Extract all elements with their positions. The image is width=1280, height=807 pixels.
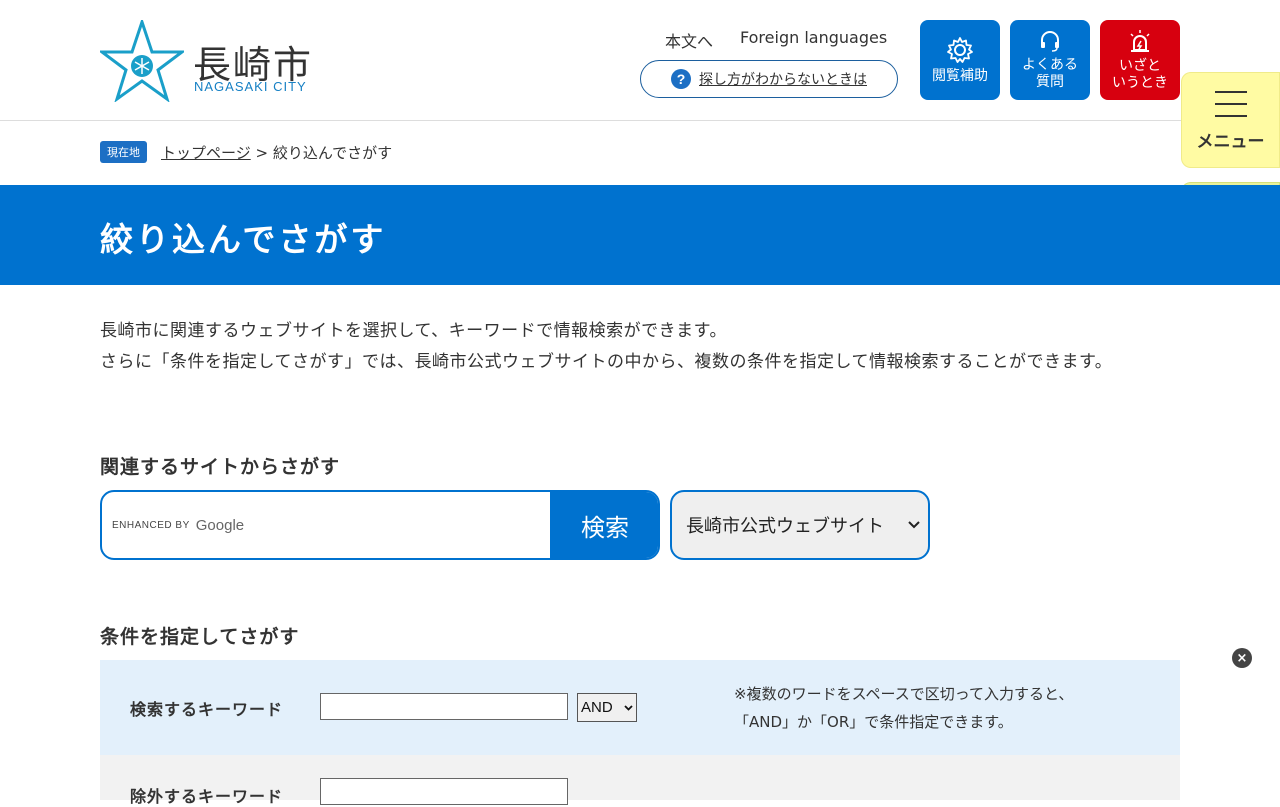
breadcrumb-home-link[interactable]: トップページ [161, 144, 251, 162]
assist-label: 閲覧補助 [932, 67, 988, 84]
faq-label-1: よくある [1022, 57, 1078, 73]
exclude-input[interactable] [320, 778, 568, 805]
page-title-band: 絞り込んでさがす [0, 185, 1280, 285]
emergency-label-2: いうとき [1112, 75, 1168, 91]
google-search-input[interactable]: ENHANCED BY Google [102, 492, 550, 558]
menu-label: メニュー [1196, 131, 1265, 152]
google-watermark: Google [195, 516, 245, 534]
operator-select-value: AND [581, 699, 613, 716]
enhanced-by-label: ENHANCED BY [112, 519, 190, 531]
site-select-value: 長崎市公式ウェブサイト [686, 516, 884, 537]
gear-icon [947, 36, 973, 63]
close-icon[interactable]: × [1232, 648, 1252, 668]
chevron-down-icon [908, 521, 920, 529]
faq-label-2: 質問 [1036, 74, 1064, 90]
breadcrumb: 現在地 トップページ > 絞り込んでさがす [100, 141, 392, 163]
question-icon: ? [671, 69, 691, 89]
page-title: 絞り込んでさがす [100, 220, 387, 259]
search-help-label: 探し方がわからないときは [699, 72, 867, 88]
search-help-button[interactable]: ? 探し方がわからないときは [640, 60, 898, 98]
faq-button[interactable]: よくある 質問 [1010, 20, 1090, 100]
keyword-label: 検索するキーワード [130, 700, 284, 719]
exclude-label: 除外するキーワード [130, 787, 284, 806]
breadcrumb-current: 絞り込んでさがす [272, 143, 393, 162]
accessibility-assist-button[interactable]: 閲覧補助 [920, 20, 1000, 100]
site-select[interactable]: 長崎市公式ウェブサイト [670, 490, 930, 560]
site-logo[interactable]: 長崎市 NAGASAKI CITY [100, 20, 320, 102]
hamburger-icon [1214, 90, 1247, 117]
site-header: 長崎市 NAGASAKI CITY 本文へ Foreign languages … [0, 0, 1280, 121]
chevron-down-icon [624, 704, 633, 711]
star-logo-icon [100, 20, 184, 102]
alarm-light-icon [1130, 30, 1150, 52]
emergency-label-1: いざと [1119, 58, 1161, 74]
skip-to-main-link[interactable]: 本文へ [665, 28, 713, 52]
google-search-button[interactable]: 検索 [550, 492, 658, 558]
related-sites-heading: 関連するサイトからさがす [100, 456, 341, 478]
intro-line-1: 長崎市に関連するウェブサイトを選択して、キーワードで情報検索ができます。 [100, 321, 727, 341]
keyword-row: 検索するキーワード AND ※複数のワードをスペースで区切って入力すると、 「A… [100, 660, 1180, 755]
exclude-row: 除外するキーワード [100, 755, 1180, 806]
logo-subtitle: NAGASAKI CITY [194, 79, 307, 94]
keyword-input[interactable] [320, 693, 568, 720]
conditions-heading: 条件を指定してさがす [100, 626, 300, 648]
intro-line-2: さらに「条件を指定してさがす」では、長崎市公式ウェブサイトの中から、複数の条件を… [100, 352, 1113, 372]
operator-select[interactable]: AND [577, 693, 637, 722]
keyword-note-line-2: 「AND」か「OR」で条件指定できます。 [734, 713, 1013, 731]
google-search-box: ENHANCED BY Google 検索 [100, 490, 660, 560]
keyword-note: ※複数のワードをスペースで区切って入力すると、 「AND」か「OR」で条件指定で… [734, 680, 1073, 736]
keyword-note-line-1: ※複数のワードをスペースで区切って入力すると、 [734, 685, 1074, 703]
breadcrumb-separator: > [255, 143, 269, 162]
headset-icon [1041, 31, 1059, 52]
side-menu-button[interactable]: メニュー [1181, 72, 1280, 168]
intro-text: 長崎市に関連するウェブサイトを選択して、キーワードで情報検索ができます。 さらに… [100, 316, 1170, 378]
foreign-languages-link[interactable]: Foreign languages [740, 28, 887, 47]
breadcrumb-badge: 現在地 [100, 141, 147, 163]
emergency-button[interactable]: いざと いうとき [1100, 20, 1180, 100]
